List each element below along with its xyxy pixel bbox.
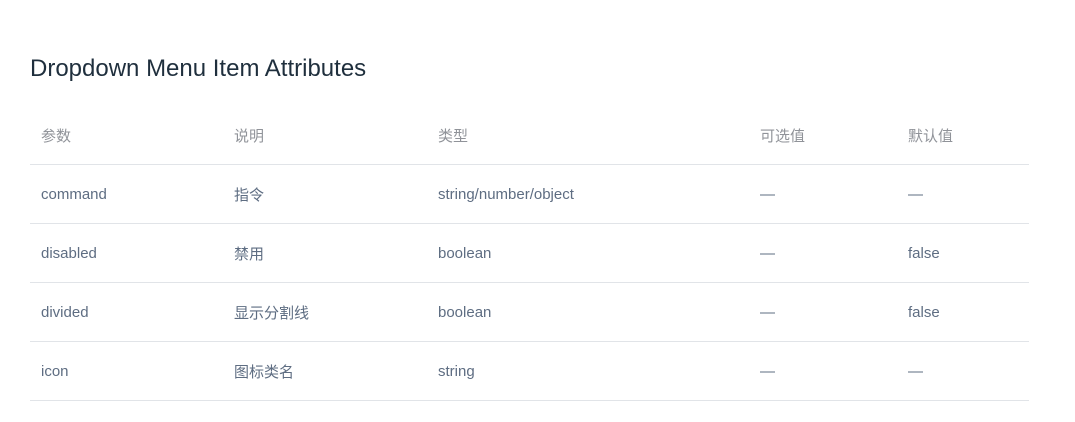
cell-type: boolean: [427, 223, 749, 283]
cell-param: disabled: [30, 223, 223, 283]
header-type: 类型: [427, 106, 749, 165]
cell-accepted-values: —: [749, 223, 897, 283]
cell-description: 禁用: [223, 223, 427, 283]
cell-param: command: [30, 164, 223, 224]
section-title: Dropdown Menu Item Attributes: [30, 55, 367, 82]
cell-type: boolean: [427, 282, 749, 342]
cell-accepted-values: —: [749, 282, 897, 342]
cell-default: —: [897, 164, 1029, 224]
header-accepted-values: 可选值: [749, 106, 897, 165]
table-row: disabled 禁用 boolean — false: [30, 223, 1029, 283]
cell-description: 指令: [223, 164, 427, 224]
table-header-row: 参数 说明 类型 可选值 默认值: [30, 106, 1029, 165]
header-param: 参数: [30, 106, 223, 165]
cell-accepted-values: —: [749, 341, 897, 401]
table-row: command 指令 string/number/object — —: [30, 164, 1029, 224]
cell-param: divided: [30, 282, 223, 342]
table-row: divided 显示分割线 boolean — false: [30, 282, 1029, 342]
header-description: 说明: [223, 106, 427, 165]
cell-default: false: [897, 223, 1029, 283]
cell-param: icon: [30, 341, 223, 401]
cell-description: 图标类名: [223, 341, 427, 401]
attributes-table: 参数 说明 类型 可选值 默认值 command 指令 string/numbe…: [30, 106, 1029, 401]
cell-description: 显示分割线: [223, 282, 427, 342]
table-row: icon 图标类名 string — —: [30, 341, 1029, 401]
cell-type: string/number/object: [427, 164, 749, 224]
cell-type: string: [427, 341, 749, 401]
cell-accepted-values: —: [749, 164, 897, 224]
cell-default: false: [897, 282, 1029, 342]
cell-default: —: [897, 341, 1029, 401]
header-default: 默认值: [897, 106, 1029, 165]
